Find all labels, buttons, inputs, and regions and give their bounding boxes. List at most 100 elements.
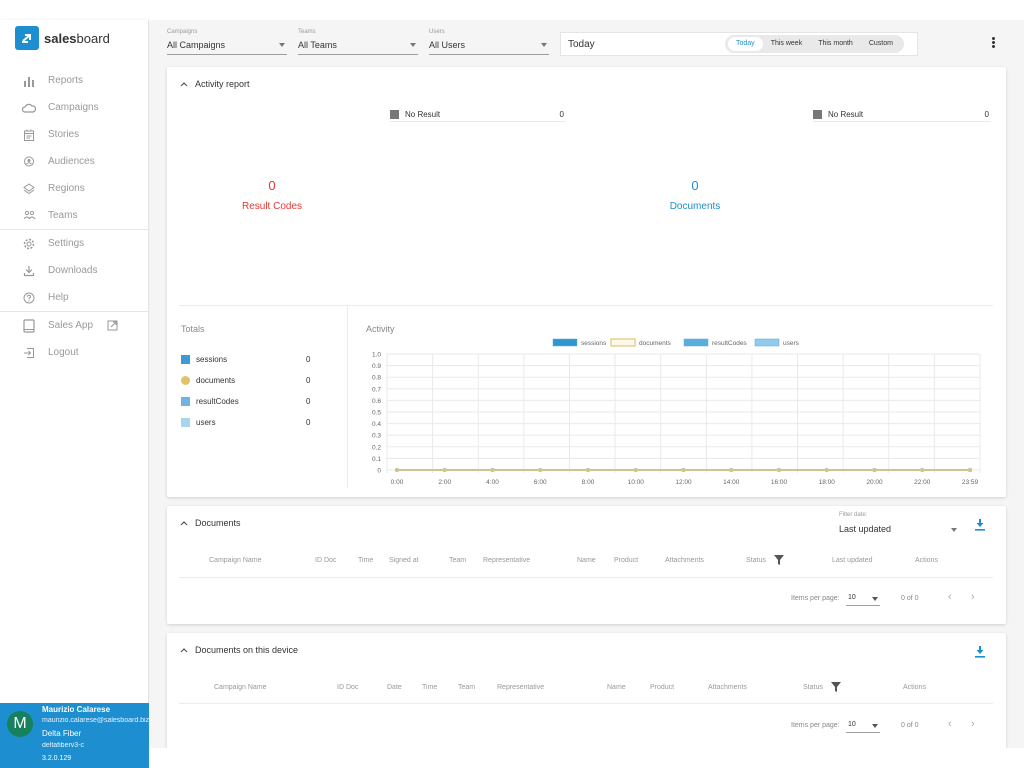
next-page-button[interactable]: › — [971, 718, 975, 730]
download-icon — [22, 264, 36, 278]
more-options-icon[interactable] — [992, 37, 996, 51]
sidebar-item-stories[interactable]: Stories — [0, 121, 149, 148]
legend-label-users: users — [783, 340, 800, 347]
x-tick-label: 0:00 — [391, 479, 404, 486]
user-panel[interactable]: M Maurizio Calarese maurizio.calarese@sa… — [0, 703, 149, 768]
app-version: 3.2.0.129 — [42, 755, 72, 762]
campaigns-filter[interactable]: Campaigns All Campaigns — [167, 29, 287, 55]
column-header-campaign-name[interactable]: Campaign Name — [209, 557, 262, 564]
gear-icon — [22, 237, 36, 251]
dropdown-arrow-icon — [279, 43, 285, 47]
logo-arrow-icon — [15, 26, 39, 50]
result-codes-legend-item: No Result 0 — [390, 108, 566, 122]
legend-label-resultcodes: resultCodes — [712, 340, 747, 347]
filter-icon[interactable] — [774, 555, 784, 567]
column-header-team[interactable]: Team — [458, 684, 475, 691]
sidebar-item-regions[interactable]: Regions — [0, 175, 149, 202]
legend-swatch-documents — [610, 338, 636, 347]
sidebar-item-settings[interactable]: Settings — [0, 230, 149, 257]
sidebar-item-label: Sales App — [48, 320, 94, 331]
column-header-date[interactable]: Date — [387, 684, 402, 691]
user-name: Maurizio Calarese — [42, 705, 111, 714]
column-header-name[interactable]: Name — [607, 684, 626, 691]
previous-page-button[interactable]: ‹ — [948, 591, 952, 603]
column-header-time[interactable]: Time — [358, 557, 373, 564]
users-filter[interactable]: Users All Users — [429, 29, 549, 55]
documents-legend-item: No Result 0 — [813, 108, 991, 122]
column-header-product[interactable]: Product — [614, 557, 638, 564]
legend-swatch-resultcodes — [683, 338, 709, 347]
next-page-button[interactable]: › — [971, 591, 975, 603]
date-option-custom[interactable]: Custom — [861, 37, 901, 51]
filter-date-label: Filter date: — [839, 512, 868, 518]
column-header-last-updated[interactable]: Last updated — [832, 557, 872, 564]
download-icon[interactable] — [974, 645, 986, 659]
sidebar-item-downloads[interactable]: Downloads — [0, 257, 149, 284]
totals-value: 0 — [306, 376, 311, 385]
items-per-page-value: 10 — [848, 721, 856, 728]
totals-name: resultCodes — [196, 397, 239, 406]
logo[interactable]: salesboard — [15, 26, 110, 50]
items-per-page-select[interactable]: 10 — [846, 720, 880, 733]
filter-icon[interactable] — [831, 682, 841, 694]
table-divider — [179, 703, 993, 704]
activity-report-header[interactable]: Activity report — [179, 79, 250, 89]
x-tick-label: 8:00 — [582, 479, 595, 486]
teams-filter[interactable]: Teams All Teams — [298, 29, 418, 55]
teams-filter-value: All Teams — [298, 40, 337, 50]
logo-text: salesboard — [44, 30, 110, 46]
sidebar: salesboard Reports Campaigns Stories Aud… — [0, 20, 149, 768]
date-option-this-month[interactable]: This month — [810, 37, 861, 51]
y-tick-label: 0.5 — [372, 410, 381, 417]
column-header-attachments[interactable]: Attachments — [708, 684, 747, 691]
previous-page-button[interactable]: ‹ — [948, 718, 952, 730]
column-header-status[interactable]: Status — [746, 557, 766, 564]
sidebar-item-sales-app[interactable]: Sales App — [0, 312, 149, 339]
column-header-id-doc[interactable]: ID Doc — [315, 557, 336, 564]
sidebar-item-campaigns[interactable]: Campaigns — [0, 94, 149, 121]
sidebar-item-reports[interactable]: Reports — [0, 67, 149, 94]
items-per-page-select[interactable]: 10 — [846, 593, 880, 606]
legend-name: No Result — [405, 110, 441, 119]
column-header-time[interactable]: Time — [422, 684, 437, 691]
data-point-documents — [442, 468, 447, 472]
sidebar-item-help[interactable]: Help — [0, 284, 149, 311]
column-header-representative[interactable]: Representative — [497, 684, 544, 691]
column-header-name[interactable]: Name — [577, 557, 596, 564]
totals-name: sessions — [196, 355, 228, 364]
chevron-up-icon — [179, 645, 189, 655]
column-header-actions[interactable]: Actions — [915, 557, 938, 564]
column-header-team[interactable]: Team — [449, 557, 466, 564]
data-point-documents — [920, 468, 925, 472]
documents-header[interactable]: Documents — [179, 518, 241, 528]
x-tick-label: 4:00 — [486, 479, 499, 486]
column-header-campaign-name[interactable]: Campaign Name — [214, 684, 267, 691]
sidebar-item-label: Audiences — [48, 156, 95, 167]
tablet-icon — [22, 318, 36, 333]
column-header-id-doc[interactable]: ID Doc — [337, 684, 358, 691]
column-header-representative[interactable]: Representative — [483, 557, 530, 564]
x-tick-label: 20:00 — [866, 479, 883, 486]
chevron-up-icon — [179, 518, 189, 528]
cloud-icon — [22, 101, 36, 115]
download-icon[interactable] — [974, 518, 986, 532]
column-header-signed-at[interactable]: Signed at — [389, 557, 419, 564]
items-per-page-label: Items per page: — [791, 722, 840, 729]
column-header-product[interactable]: Product — [650, 684, 674, 691]
documents-title: Documents — [195, 518, 241, 528]
sidebar-item-teams[interactable]: Teams — [0, 202, 149, 229]
main-content: Campaigns All Campaigns Teams All Teams … — [150, 20, 1024, 748]
column-header-actions[interactable]: Actions — [903, 684, 926, 691]
external-link-icon[interactable] — [107, 320, 118, 331]
date-option-this-week[interactable]: This week — [763, 37, 811, 51]
sidebar-item-logout[interactable]: Logout — [0, 339, 149, 366]
column-header-status[interactable]: Status — [803, 684, 823, 691]
user-email: maurizio.calarese@salesboard.biz — [42, 717, 149, 724]
device-documents-header[interactable]: Documents on this device — [179, 645, 298, 655]
date-range-toggle: Today This week This month Custom — [725, 35, 904, 53]
column-header-attachments[interactable]: Attachments — [665, 557, 704, 564]
filter-date-select[interactable]: Filter date: Last updated — [839, 512, 957, 536]
date-option-today[interactable]: Today — [728, 37, 763, 51]
users-filter-value: All Users — [429, 40, 466, 50]
sidebar-item-audiences[interactable]: Audiences — [0, 148, 149, 175]
